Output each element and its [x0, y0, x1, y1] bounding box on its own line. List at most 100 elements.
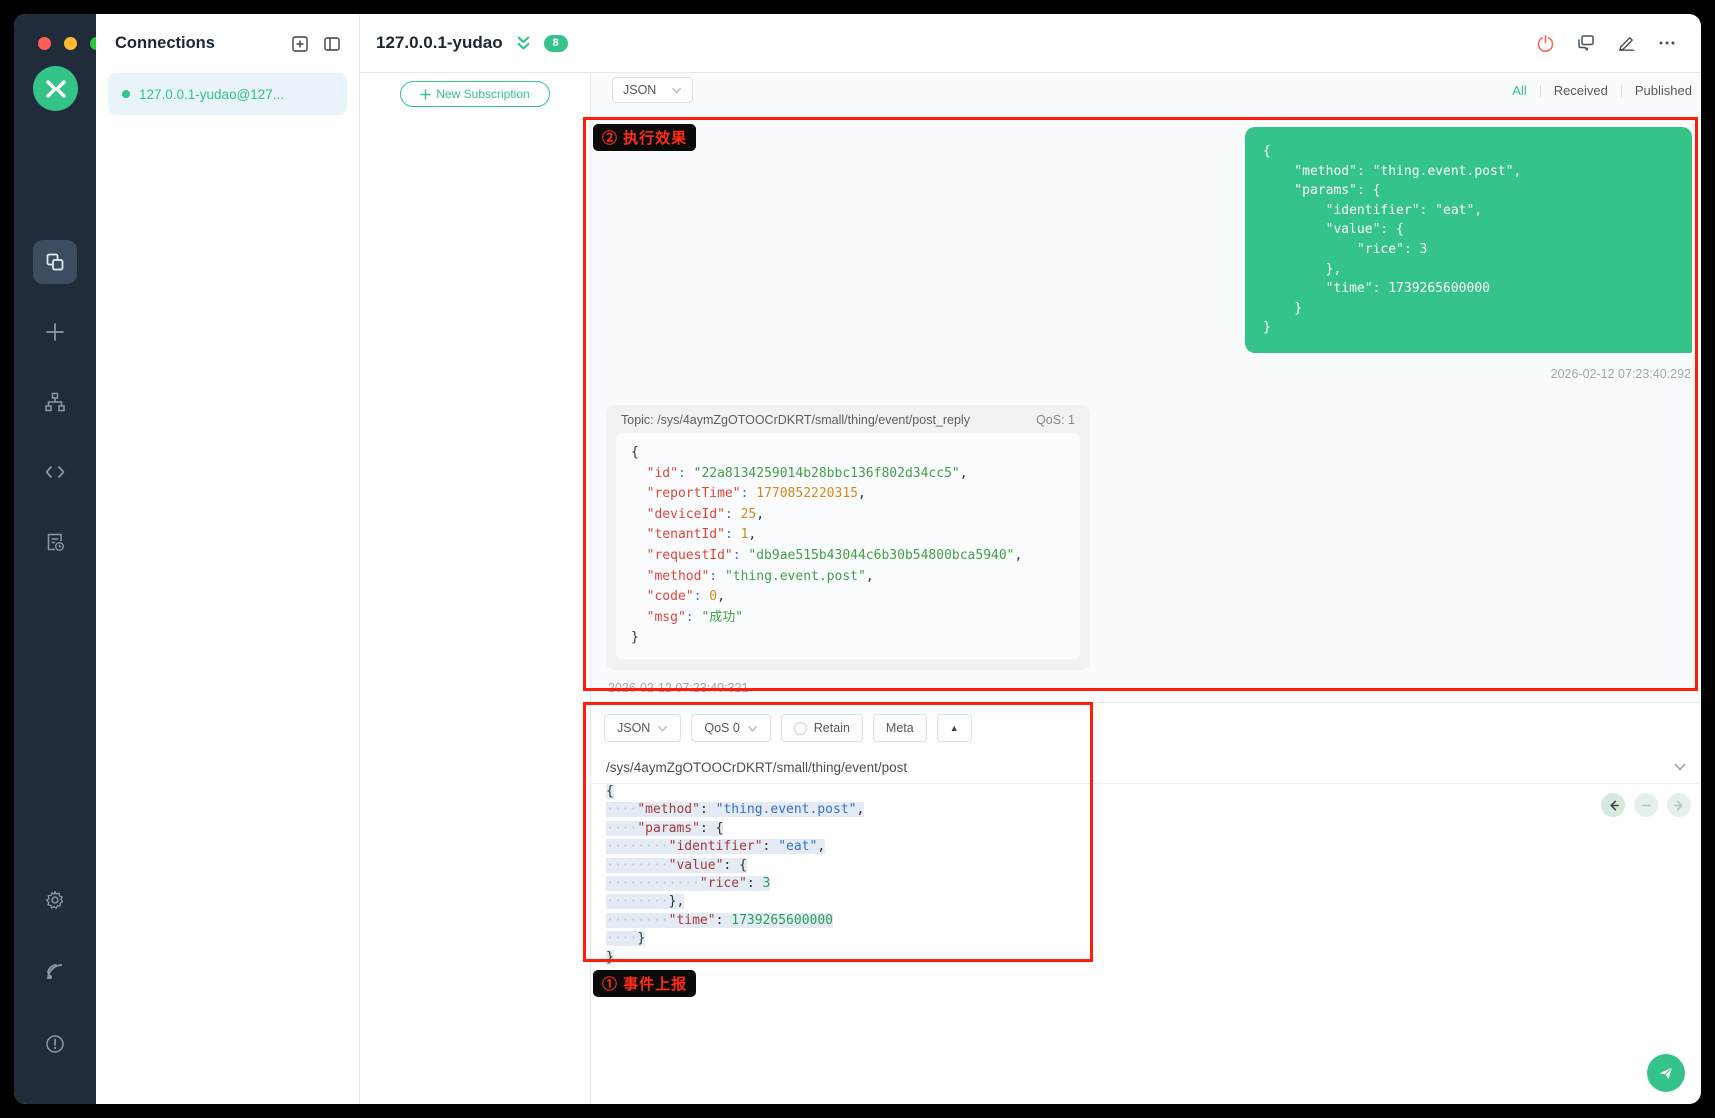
send-icon [1657, 1064, 1675, 1082]
history-forward-button[interactable] [1667, 793, 1691, 817]
close-window-button[interactable] [38, 37, 51, 50]
collapse-panel-button[interactable] [323, 35, 341, 53]
mqttx-logo [33, 66, 78, 111]
unread-count-badge: 8 [544, 35, 568, 52]
plus-square-icon [291, 35, 309, 53]
script-icon [44, 461, 66, 483]
chevron-down-icon [657, 723, 668, 734]
chevron-down-icon [1673, 760, 1687, 774]
qos-value: QoS 0 [704, 721, 739, 735]
payload-format-value: JSON [617, 721, 650, 735]
filter-published[interactable]: Published [1635, 83, 1692, 98]
topic-input[interactable]: /sys/4aymZgOTOOCrDKRT/small/thing/event/… [591, 751, 1701, 784]
retain-label: Retain [814, 721, 850, 735]
collapse-editor-button[interactable]: ▲ [937, 714, 972, 742]
info-icon [44, 1033, 66, 1055]
connection-name: 127.0.0.1-yudao@127... [139, 87, 284, 102]
arrow-right-icon [1673, 799, 1686, 812]
new-connection-icon [44, 321, 66, 343]
history-current-button[interactable] [1634, 793, 1658, 817]
sidebar-item-new-connection[interactable] [33, 310, 77, 354]
app-sidebar [14, 14, 96, 1104]
retain-toggle[interactable]: Retain [781, 714, 863, 742]
connection-title: 127.0.0.1-yudao [376, 33, 503, 53]
meta-button[interactable]: Meta [873, 714, 927, 742]
filter-divider [1621, 85, 1622, 97]
plus-icon [420, 89, 431, 100]
topic-value: /sys/4aymZgOTOOCrDKRT/small/thing/event/… [606, 760, 907, 775]
connections-panel: Connections 127.0.0.1-yudao@127 [96, 14, 360, 1104]
main-area: 127.0.0.1-yudao 8 [360, 14, 1701, 1104]
minimize-window-button[interactable] [64, 37, 77, 50]
power-icon [1536, 34, 1555, 53]
connection-list-item[interactable]: 127.0.0.1-yudao@127... [108, 73, 347, 115]
sidebar-item-script[interactable] [33, 450, 77, 494]
settings-gear-icon [44, 889, 66, 911]
history-back-button[interactable] [1601, 793, 1625, 817]
received-topic: Topic: /sys/4aymZgOTOOCrDKRT/small/thing… [621, 413, 970, 427]
publish-panel: JSON QoS 0 Retain Meta ▲ [591, 702, 1701, 1104]
new-connection-button[interactable] [291, 35, 309, 53]
meta-label: Meta [886, 721, 914, 735]
payload-history-nav [1601, 793, 1691, 817]
subscriptions-panel: New Subscription [360, 73, 591, 1104]
new-subscription-button[interactable]: New Subscription [400, 81, 550, 107]
messages-icon [1576, 33, 1596, 53]
sidebar-nav [14, 240, 96, 564]
retain-radio-icon [794, 722, 807, 735]
received-payload: { "id": "22a8134259014b28bbc136f802d34cc… [616, 433, 1080, 659]
send-button[interactable] [1647, 1054, 1685, 1092]
message-format-select[interactable]: JSON [612, 77, 693, 103]
annotation-label-step1: ① 事件上报 [593, 970, 696, 997]
message-filters: All Received Published [1512, 83, 1692, 98]
expand-connection-button[interactable] [515, 35, 532, 52]
filter-divider [1540, 85, 1541, 97]
chevron-down-icon [671, 85, 682, 96]
connection-content: New Subscription JSON All Received Publi… [360, 73, 1701, 1104]
annotation-label-step2: ② 执行效果 [593, 124, 696, 151]
mqttx-logo-icon [44, 77, 68, 101]
published-payload: { "method": "thing.event.post", "params"… [1263, 142, 1674, 338]
chevron-down-icon [747, 723, 758, 734]
sidebar-item-broker[interactable] [33, 950, 77, 994]
connections-title: Connections [115, 34, 215, 53]
filter-received[interactable]: Received [1554, 83, 1608, 98]
dash-icon [1640, 799, 1653, 812]
disconnect-button[interactable] [1536, 34, 1555, 53]
received-message-card: Topic: /sys/4aymZgOTOOCrDKRT/small/thing… [606, 405, 1090, 670]
mqtt-rss-icon [44, 961, 66, 983]
layout-panel-icon [323, 35, 341, 53]
ellipsis-icon [1657, 33, 1677, 53]
message-format-value: JSON [623, 83, 656, 97]
double-chevron-down-icon [515, 35, 532, 52]
more-options-button[interactable] [1657, 33, 1677, 53]
connections-icon [44, 251, 66, 273]
sidebar-item-settings[interactable] [33, 878, 77, 922]
connection-header: 127.0.0.1-yudao 8 [360, 14, 1701, 73]
window-controls [38, 37, 103, 50]
received-timestamp: 2026-02-12 07:23:40:321 [608, 681, 748, 695]
sidebar-item-topic-tree[interactable] [33, 380, 77, 424]
pencil-icon [1617, 34, 1636, 53]
edit-connection-button[interactable] [1617, 34, 1636, 53]
triangle-up-icon: ▲ [950, 723, 959, 733]
new-subscription-label: New Subscription [436, 87, 529, 101]
collapse-topic-button[interactable] [1673, 760, 1687, 774]
payload-editor[interactable]: {····"method": "thing.event.post",····"p… [606, 783, 1641, 967]
connection-status-dot [122, 90, 130, 98]
qos-select[interactable]: QoS 0 [691, 714, 770, 742]
sidebar-item-about[interactable] [33, 1022, 77, 1066]
payload-format-select[interactable]: JSON [604, 714, 681, 742]
log-icon [44, 531, 66, 553]
sidebar-item-log[interactable] [33, 520, 77, 564]
topic-tree-icon [44, 391, 66, 413]
sidebar-item-connections[interactable] [33, 240, 77, 284]
received-qos: QoS: 1 [1036, 413, 1075, 427]
arrow-left-icon [1607, 799, 1620, 812]
sidebar-bottom-nav [14, 878, 96, 1066]
clear-messages-button[interactable] [1576, 33, 1596, 53]
published-message-bubble: { "method": "thing.event.post", "params"… [1245, 127, 1692, 353]
filter-all[interactable]: All [1512, 83, 1526, 98]
published-timestamp: 2026-02-12 07:23:40:292 [1551, 367, 1691, 381]
publish-toolbar: JSON QoS 0 Retain Meta ▲ [604, 714, 972, 742]
